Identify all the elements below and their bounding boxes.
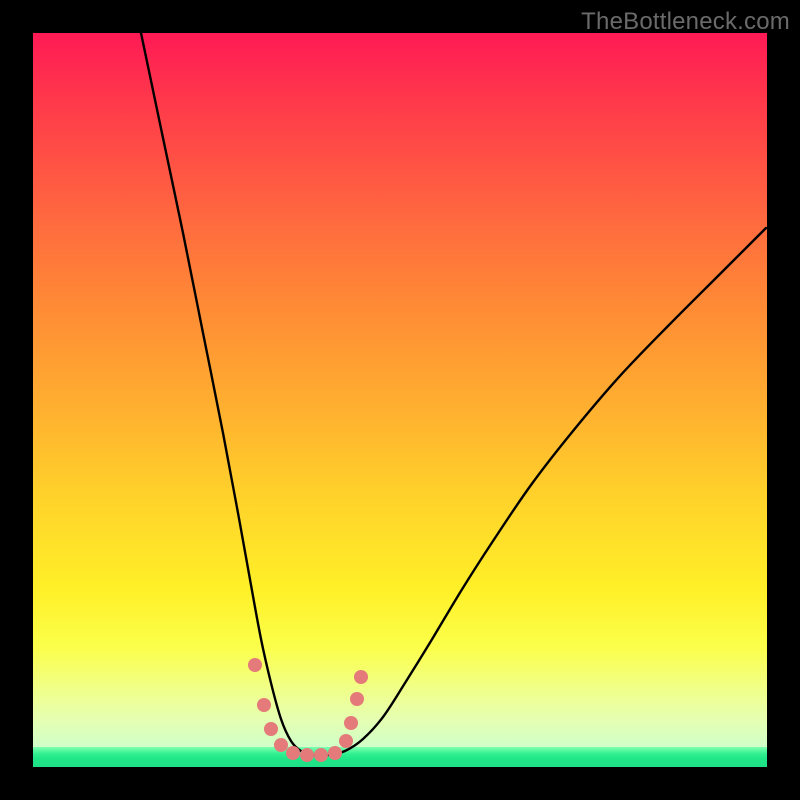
- curve-layer: [33, 33, 767, 767]
- chart-frame: [33, 33, 767, 767]
- bottom-dots-group: [248, 658, 368, 762]
- bottom-dot: [350, 692, 364, 706]
- bottom-dot: [248, 658, 262, 672]
- bottom-dot: [344, 716, 358, 730]
- bottom-dot: [328, 746, 342, 760]
- bottom-dot: [339, 734, 353, 748]
- bottom-dot: [314, 748, 328, 762]
- bottom-dot: [286, 746, 300, 760]
- bottom-dot: [300, 748, 314, 762]
- watermark-text: TheBottleneck.com: [581, 8, 790, 36]
- bottom-dot: [354, 670, 368, 684]
- bottom-dot: [257, 698, 271, 712]
- bottom-dot: [264, 722, 278, 736]
- bottom-dot: [274, 738, 288, 752]
- bottleneck-curve: [141, 33, 766, 756]
